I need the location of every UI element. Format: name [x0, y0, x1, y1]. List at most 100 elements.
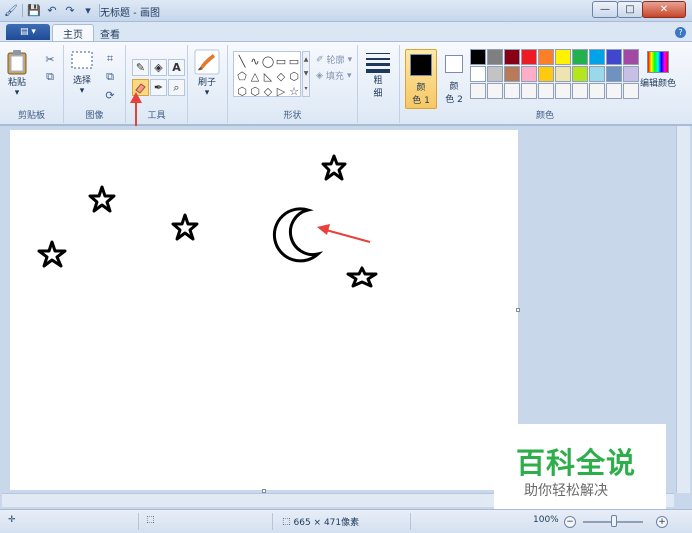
star-drawing	[346, 266, 378, 288]
palette-swatch[interactable]	[504, 83, 520, 99]
star-drawing	[37, 240, 67, 268]
color1-button[interactable]: 颜 色 1	[405, 49, 437, 109]
diamond-shape-icon[interactable]: ◇	[275, 69, 287, 83]
palette-swatch[interactable]	[538, 83, 554, 99]
palette-swatch[interactable]	[606, 49, 622, 65]
palette-swatch[interactable]	[521, 49, 537, 65]
paste-button[interactable]: 粘贴 ▾	[6, 49, 28, 98]
palette-swatch[interactable]	[589, 49, 605, 65]
chevron-down-icon: ▾	[346, 70, 352, 81]
redo-icon[interactable]: ↷	[63, 3, 77, 17]
rotate-icon[interactable]: ⟳	[102, 87, 118, 103]
paste-label: 粘贴	[7, 78, 26, 88]
text-tool-icon[interactable]: A	[168, 59, 185, 76]
zoom-slider-thumb[interactable]	[611, 515, 617, 527]
star-drawing	[321, 154, 347, 181]
select-button[interactable]: 选择 ▾	[70, 49, 94, 96]
vertical-scrollbar[interactable]	[676, 126, 690, 493]
palette-swatch[interactable]	[504, 49, 520, 65]
rounded-rect-shape-icon[interactable]: ▭	[288, 54, 300, 68]
maximize-button[interactable]: □	[617, 1, 643, 18]
shapes-gallery[interactable]: ╲ ∿ ◯ ▭ ▭ ⬠ △ ◺ ◇ ⬡ ⬡ ⬡ ◇ ▷ ☆	[233, 51, 301, 98]
image-size-icon: ⬚	[282, 516, 291, 527]
customize-arrow-icon[interactable]: ▾	[81, 3, 95, 17]
curve-shape-icon[interactable]: ∿	[249, 54, 261, 68]
line-width-icon	[366, 53, 390, 73]
tab-home[interactable]: 主页	[52, 24, 94, 42]
copy-icon[interactable]: ⧉	[42, 69, 58, 85]
app-menu-button[interactable]: ▤ ▾	[6, 24, 50, 40]
fill-bucket-icon[interactable]: ◈	[150, 59, 167, 76]
palette-swatch[interactable]	[606, 83, 622, 99]
palette-swatch[interactable]	[538, 49, 554, 65]
expand-icon[interactable]: ▾	[304, 85, 307, 92]
palette-swatch[interactable]	[572, 66, 588, 82]
size-button[interactable]: 粗 细	[366, 51, 390, 99]
outline-button[interactable]: ✐ 轮廓 ▾	[316, 53, 352, 67]
color2-button[interactable]: 颜 色 2	[440, 49, 468, 109]
shapes-scroll[interactable]: ▲ ▼ ▾	[302, 51, 310, 97]
zoom-out-button[interactable]: −	[564, 516, 576, 528]
line-shape-icon[interactable]: ╲	[236, 54, 248, 68]
chevron-down-icon[interactable]: ▼	[304, 70, 309, 77]
color1-swatch	[410, 54, 432, 76]
palette-swatch[interactable]	[555, 83, 571, 99]
undo-icon[interactable]: ↶	[45, 3, 59, 17]
pentagon-shape-icon[interactable]: ⬡	[288, 69, 300, 83]
palette-swatch[interactable]	[623, 83, 639, 99]
palette-swatch[interactable]	[470, 83, 486, 99]
tab-view[interactable]: 查看	[90, 24, 130, 42]
polygon-shape-icon[interactable]: ⬠	[236, 69, 248, 83]
oval-shape-icon[interactable]: ◯	[262, 54, 274, 68]
crop-icon[interactable]: ⌗	[102, 51, 118, 67]
palette-swatch[interactable]	[555, 49, 571, 65]
chevron-up-icon[interactable]: ▲	[304, 56, 309, 63]
cut-icon[interactable]: ✂	[42, 51, 58, 67]
rectangle-shape-icon[interactable]: ▭	[275, 54, 287, 68]
palette-swatch[interactable]	[538, 66, 554, 82]
palette-swatch[interactable]	[623, 66, 639, 82]
paint-app-icon[interactable]: 🖌	[4, 3, 18, 17]
palette-swatch[interactable]	[487, 66, 503, 82]
octagon-shape-icon[interactable]: ⬡	[249, 84, 261, 98]
color-picker-icon[interactable]: ✒	[150, 79, 167, 96]
zoom-in-button[interactable]: +	[656, 516, 668, 528]
palette-swatch[interactable]	[555, 66, 571, 82]
palette-swatch[interactable]	[487, 83, 503, 99]
pencil-icon[interactable]: ✎	[132, 59, 149, 76]
right-triangle-shape-icon[interactable]: ◺	[262, 69, 274, 83]
palette-swatch[interactable]	[589, 83, 605, 99]
palette-swatch[interactable]	[470, 66, 486, 82]
fill-button[interactable]: ◈ 填充 ▾	[316, 69, 352, 83]
size-label-line1: 粗	[373, 76, 383, 86]
palette-swatch[interactable]	[470, 49, 486, 65]
resize-handle-right[interactable]	[516, 308, 520, 312]
cursor-position: ✛	[8, 515, 19, 525]
palette-swatch[interactable]	[521, 83, 537, 99]
palette-swatch[interactable]	[572, 49, 588, 65]
minimize-button[interactable]: —	[592, 1, 618, 18]
palette-swatch[interactable]	[504, 66, 520, 82]
save-icon[interactable]: 💾	[27, 3, 41, 17]
edit-colors-button[interactable]: 编辑颜色	[640, 51, 676, 89]
help-icon[interactable]: ?	[675, 27, 686, 38]
title-bar: 🖌 💾 ↶ ↷ ▾ 无标题 - 画图 — □ ✕	[0, 0, 692, 22]
rhombus-shape-icon[interactable]: ◇	[262, 84, 274, 98]
star-shape-icon[interactable]: ☆	[288, 84, 300, 98]
hexagon-shape-icon[interactable]: ⬡	[236, 84, 248, 98]
palette-swatch[interactable]	[521, 66, 537, 82]
palette-swatch[interactable]	[572, 83, 588, 99]
resize-icon[interactable]: ⧉	[102, 69, 118, 85]
palette-swatch[interactable]	[606, 66, 622, 82]
triangle-shape-icon[interactable]: △	[249, 69, 261, 83]
brushes-button[interactable]: 刷子 ▾	[194, 49, 220, 98]
toolbar-separator	[22, 3, 23, 17]
palette-swatch[interactable]	[487, 49, 503, 65]
annotation-arrow-moon	[325, 229, 371, 243]
drawing-canvas[interactable]	[10, 130, 520, 493]
palette-swatch[interactable]	[623, 49, 639, 65]
magnifier-icon[interactable]: ⌕	[168, 79, 185, 96]
arrow-shape-icon[interactable]: ▷	[275, 84, 287, 98]
close-button[interactable]: ✕	[642, 1, 686, 18]
palette-swatch[interactable]	[589, 66, 605, 82]
